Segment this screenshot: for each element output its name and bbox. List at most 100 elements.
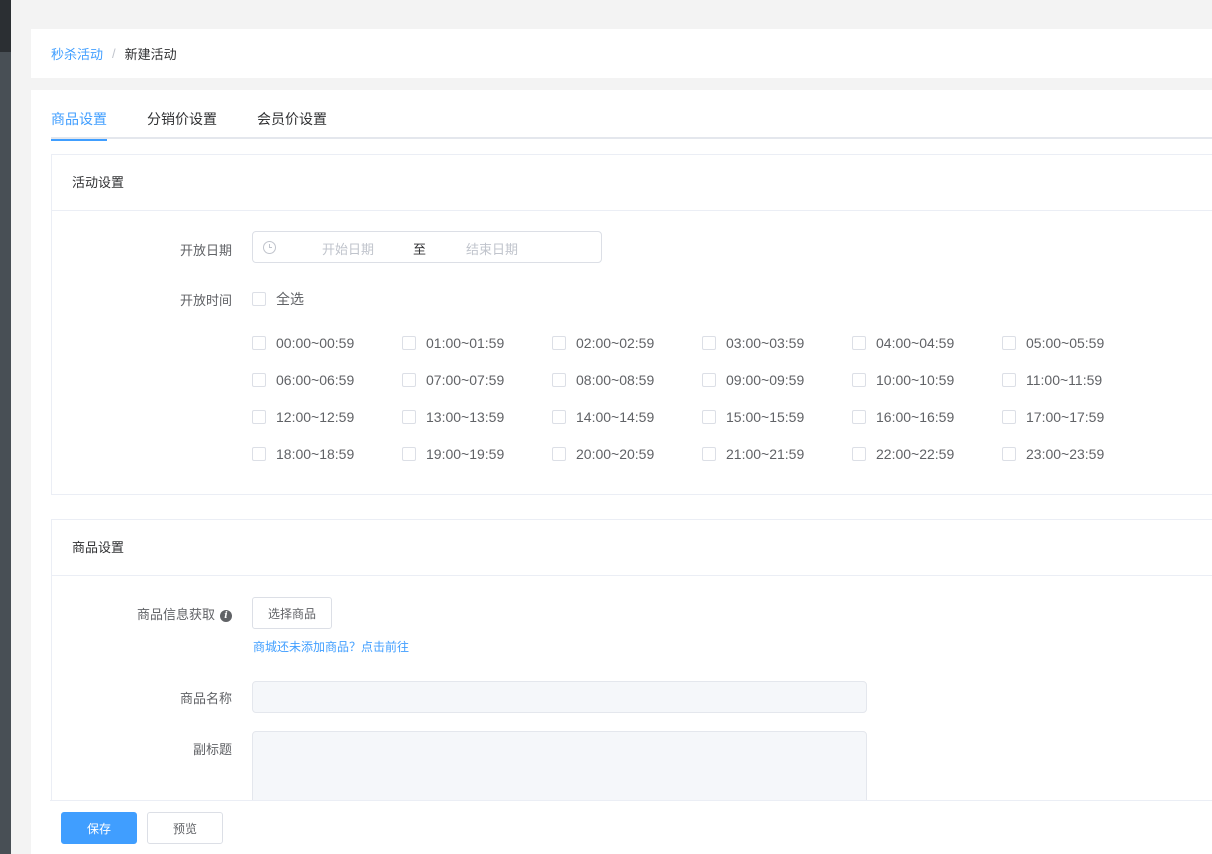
time-slot-label: 05:00~05:59 bbox=[1026, 335, 1105, 351]
activity-settings-panel: 活动设置 开放日期 开始日期 至 结束日期 开放时间 全选 00:00~00:5… bbox=[51, 154, 1212, 495]
checkbox-box[interactable] bbox=[402, 336, 416, 350]
checkbox-box[interactable] bbox=[1002, 410, 1016, 424]
time-slot-label: 11:00~11:59 bbox=[1026, 372, 1103, 388]
time-slot-label: 21:00~21:59 bbox=[726, 446, 805, 462]
time-slot-label: 20:00~20:59 bbox=[576, 446, 655, 462]
time-slot-label: 12:00~12:59 bbox=[276, 409, 355, 425]
goods-info-label: 商品信息获取 i bbox=[52, 604, 232, 623]
date-range-separator: 至 bbox=[413, 242, 427, 257]
time-slot-checkbox[interactable]: 02:00~02:59 bbox=[552, 335, 702, 351]
checkbox-box[interactable] bbox=[702, 410, 716, 424]
checkbox-box[interactable] bbox=[1002, 447, 1016, 461]
time-slot-checkbox[interactable]: 05:00~05:59 bbox=[1002, 335, 1152, 351]
checkbox-box[interactable] bbox=[552, 336, 566, 350]
time-slot-checkbox[interactable]: 12:00~12:59 bbox=[252, 409, 402, 425]
time-slot-checkbox[interactable]: 20:00~20:59 bbox=[552, 446, 702, 462]
main-card: 商品设置 分销价设置 会员价设置 活动设置 开放日期 开始日期 至 结束日期 开… bbox=[31, 90, 1212, 854]
goods-name-input[interactable] bbox=[252, 681, 867, 713]
goods-panel-title: 商品设置 bbox=[52, 520, 1212, 576]
time-slot-checkbox[interactable]: 23:00~23:59 bbox=[1002, 446, 1152, 462]
date-range-picker[interactable]: 开始日期 至 结束日期 bbox=[252, 231, 602, 263]
time-slot-checkbox[interactable]: 09:00~09:59 bbox=[702, 372, 852, 388]
checkbox-box[interactable] bbox=[1002, 373, 1016, 387]
time-slot-label: 07:00~07:59 bbox=[426, 372, 505, 388]
info-icon[interactable]: i bbox=[220, 609, 232, 622]
time-slot-label: 01:00~01:59 bbox=[426, 335, 505, 351]
time-slot-checkbox[interactable]: 08:00~08:59 bbox=[552, 372, 702, 388]
time-slot-checkbox[interactable]: 03:00~03:59 bbox=[702, 335, 852, 351]
checkbox-box[interactable] bbox=[552, 410, 566, 424]
checkbox-box[interactable] bbox=[1002, 336, 1016, 350]
time-slot-checkbox[interactable]: 17:00~17:59 bbox=[1002, 409, 1152, 425]
time-slot-label: 09:00~09:59 bbox=[726, 372, 805, 388]
time-slot-label: 22:00~22:59 bbox=[876, 446, 955, 462]
time-slot-checkbox[interactable]: 16:00~16:59 bbox=[852, 409, 1002, 425]
tab-distribution-price[interactable]: 分销价设置 bbox=[147, 90, 217, 139]
time-slot-label: 19:00~19:59 bbox=[426, 446, 505, 462]
checkbox-box[interactable] bbox=[252, 336, 266, 350]
checkbox-box[interactable] bbox=[852, 373, 866, 387]
add-goods-link[interactable]: 商城还未添加商品？点击前往 bbox=[253, 638, 409, 655]
checkbox-box[interactable] bbox=[252, 292, 266, 306]
time-slot-label: 23:00~23:59 bbox=[1026, 446, 1105, 462]
clock-icon bbox=[263, 240, 276, 254]
time-slot-checkbox[interactable]: 04:00~04:59 bbox=[852, 335, 1002, 351]
select-all-checkbox[interactable]: 全选 bbox=[252, 289, 304, 309]
time-slot-checkbox[interactable]: 22:00~22:59 bbox=[852, 446, 1002, 462]
time-slot-checkbox[interactable]: 06:00~06:59 bbox=[252, 372, 402, 388]
breadcrumb-separator: / bbox=[112, 46, 116, 61]
tab-member-price[interactable]: 会员价设置 bbox=[257, 90, 327, 139]
select-all-label: 全选 bbox=[276, 291, 304, 307]
time-slot-checkbox[interactable]: 19:00~19:59 bbox=[402, 446, 552, 462]
time-slot-checkbox[interactable]: 18:00~18:59 bbox=[252, 446, 402, 462]
checkbox-box[interactable] bbox=[852, 410, 866, 424]
sidebar-strip bbox=[0, 0, 11, 854]
time-slot-label: 13:00~13:59 bbox=[426, 409, 505, 425]
subtitle-label: 副标题 bbox=[192, 742, 232, 757]
checkbox-box[interactable] bbox=[402, 410, 416, 424]
tab-goods-settings[interactable]: 商品设置 bbox=[51, 90, 107, 141]
end-date-input[interactable]: 结束日期 bbox=[442, 239, 542, 258]
subtitle-textarea[interactable] bbox=[252, 731, 867, 811]
breadcrumb-parent-link[interactable]: 秒杀活动 bbox=[51, 44, 103, 63]
checkbox-box[interactable] bbox=[402, 447, 416, 461]
checkbox-box[interactable] bbox=[552, 447, 566, 461]
time-slot-checkbox[interactable]: 11:00~11:59 bbox=[1002, 372, 1152, 388]
checkbox-box[interactable] bbox=[252, 410, 266, 424]
tab-bar: 商品设置 分销价设置 会员价设置 bbox=[51, 90, 1212, 141]
checkbox-box[interactable] bbox=[552, 373, 566, 387]
time-slot-label: 18:00~18:59 bbox=[276, 446, 355, 462]
time-slot-label: 10:00~10:59 bbox=[876, 372, 955, 388]
save-button[interactable]: 保存 bbox=[61, 812, 137, 844]
breadcrumb: 秒杀活动 / 新建活动 bbox=[31, 29, 1212, 78]
time-slot-checkbox[interactable]: 13:00~13:59 bbox=[402, 409, 552, 425]
checkbox-box[interactable] bbox=[702, 336, 716, 350]
preview-button[interactable]: 预览 bbox=[147, 812, 223, 844]
time-slot-label: 15:00~15:59 bbox=[726, 409, 805, 425]
select-goods-button[interactable]: 选择商品 bbox=[252, 597, 332, 629]
open-time-label: 开放时间 bbox=[179, 293, 232, 308]
time-slot-checkbox[interactable]: 10:00~10:59 bbox=[852, 372, 1002, 388]
checkbox-box[interactable] bbox=[852, 336, 866, 350]
time-slot-label: 06:00~06:59 bbox=[276, 372, 355, 388]
footer-bar: 保存 预览 bbox=[50, 800, 1212, 854]
checkbox-box[interactable] bbox=[702, 373, 716, 387]
checkbox-box[interactable] bbox=[402, 373, 416, 387]
time-slot-checkbox[interactable]: 15:00~15:59 bbox=[702, 409, 852, 425]
start-date-input[interactable]: 开始日期 bbox=[298, 239, 398, 258]
goods-info-label-text: 商品信息获取 bbox=[136, 607, 215, 622]
time-slot-label: 08:00~08:59 bbox=[576, 372, 655, 388]
checkbox-box[interactable] bbox=[852, 447, 866, 461]
time-slot-checkbox[interactable]: 21:00~21:59 bbox=[702, 446, 852, 462]
time-slot-label: 02:00~02:59 bbox=[576, 335, 655, 351]
time-slot-label: 17:00~17:59 bbox=[1026, 409, 1105, 425]
time-slot-checkbox[interactable]: 07:00~07:59 bbox=[402, 372, 552, 388]
time-slot-checkbox[interactable]: 00:00~00:59 bbox=[252, 335, 402, 351]
time-slot-checkbox[interactable]: 14:00~14:59 bbox=[552, 409, 702, 425]
checkbox-box[interactable] bbox=[702, 447, 716, 461]
time-slot-checkbox[interactable]: 01:00~01:59 bbox=[402, 335, 552, 351]
checkbox-box[interactable] bbox=[252, 447, 266, 461]
time-slot-label: 00:00~00:59 bbox=[276, 335, 355, 351]
checkbox-box[interactable] bbox=[252, 373, 266, 387]
time-slot-label: 04:00~04:59 bbox=[876, 335, 955, 351]
